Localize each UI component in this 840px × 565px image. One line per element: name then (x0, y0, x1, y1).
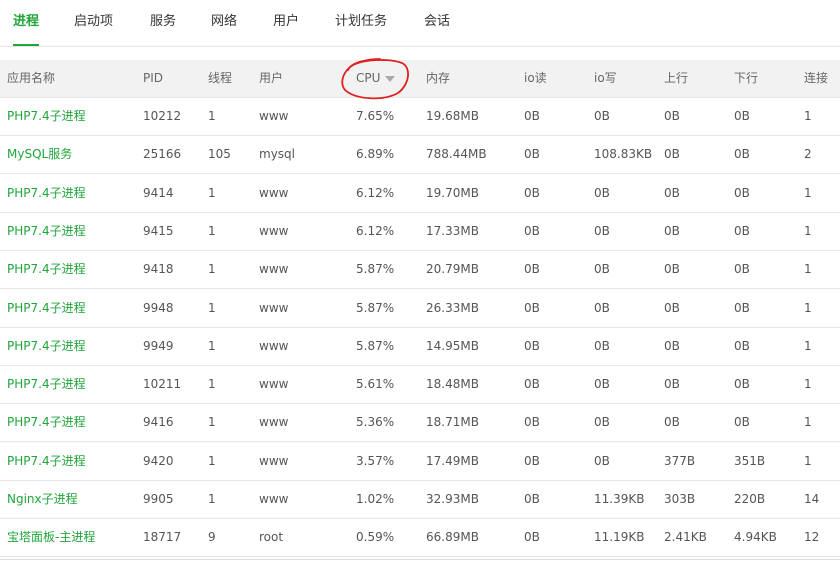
table-bottom-border (0, 559, 840, 560)
cpu-annotation-circle (341, 58, 409, 100)
